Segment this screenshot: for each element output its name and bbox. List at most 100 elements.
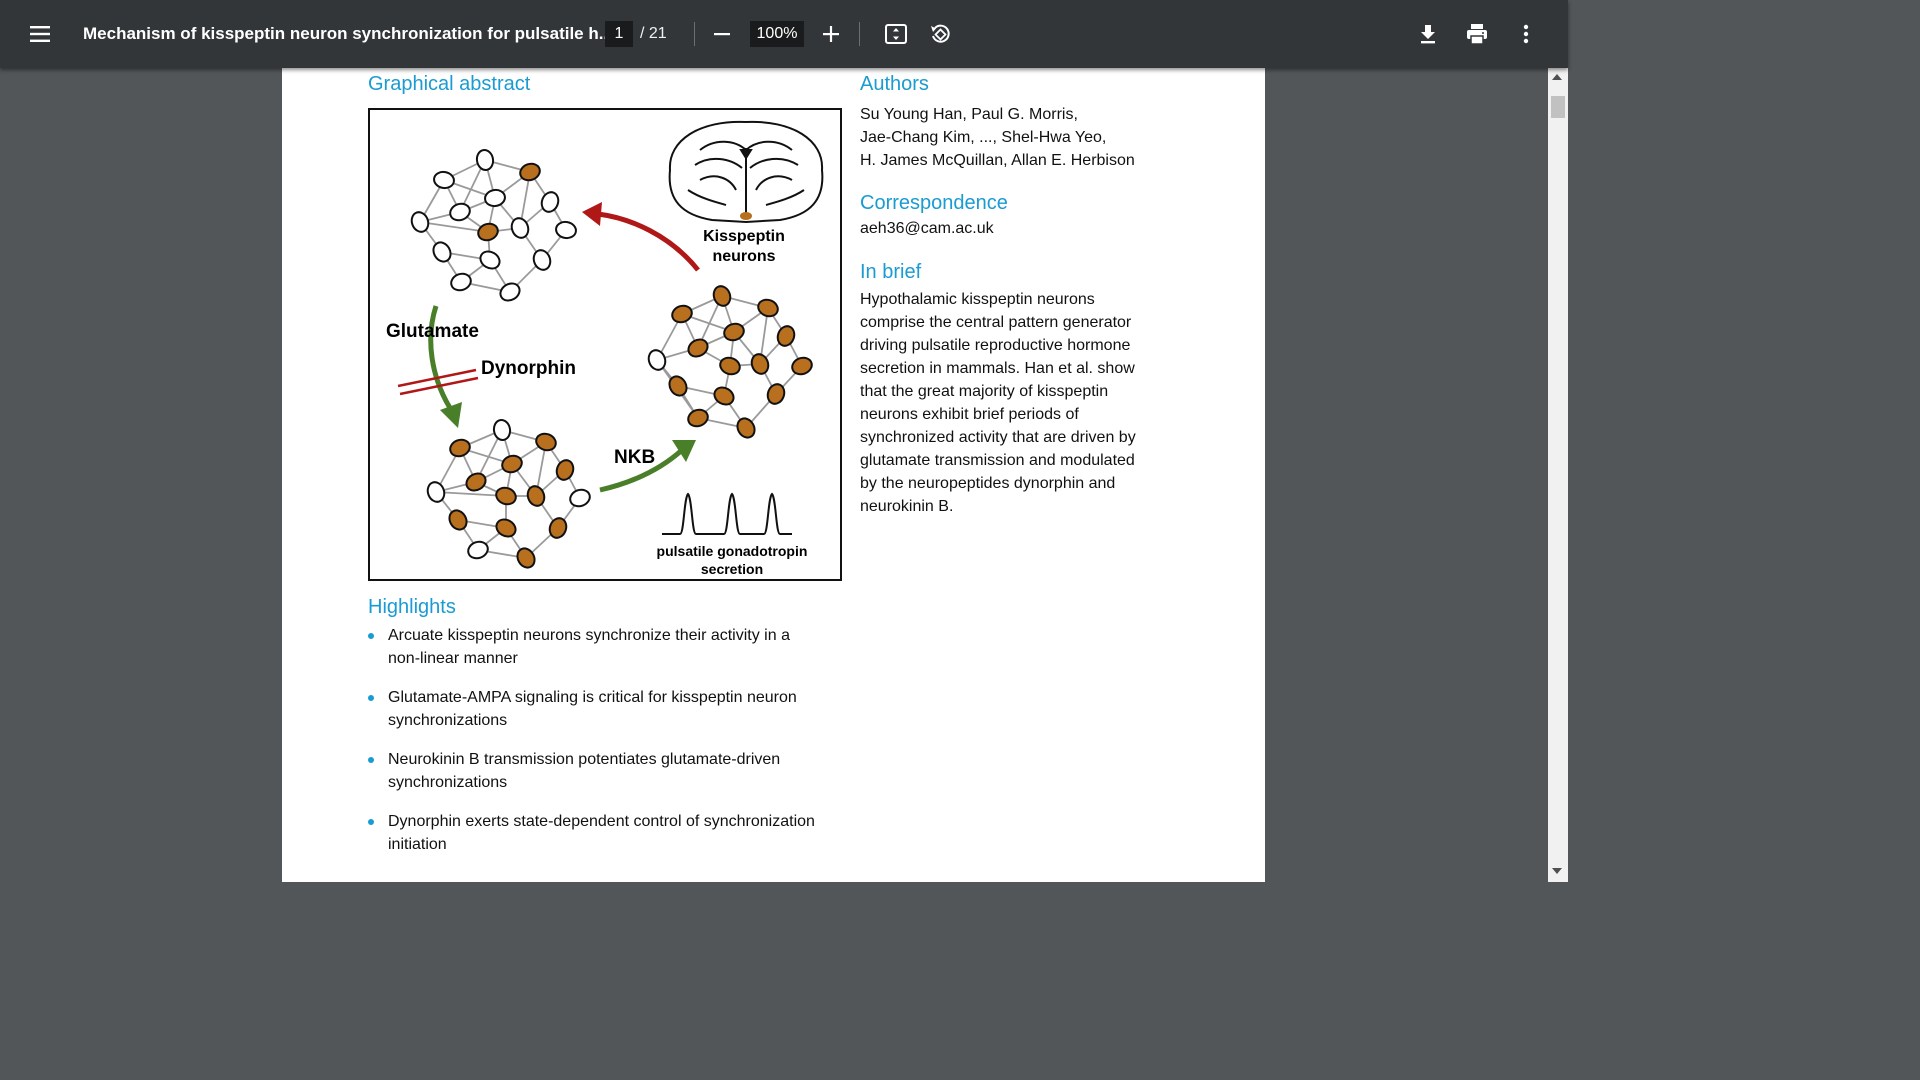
active-neuron <box>526 485 546 507</box>
arcuate-nucleus-marker <box>740 212 752 220</box>
author-line: Jae-Chang Kim, ..., Shel-Hwa Yeo, <box>860 129 1107 146</box>
pulsatile-label: pulsatile gonadotropin <box>657 543 808 559</box>
scrollbar-thumb[interactable] <box>1551 96 1565 118</box>
dynorphin-label: Dynorphin <box>481 358 576 379</box>
neuron-network-synchronized <box>647 285 813 439</box>
active-neuron <box>495 518 517 538</box>
secretion-label: secretion <box>701 561 763 577</box>
highlight-line: Neurokinin B transmission potentiates gl… <box>388 751 781 768</box>
authors-heading: Authors <box>860 73 929 95</box>
active-neuron <box>757 298 779 318</box>
highlight-item: Arcuate kisspeptin neurons synchronize t… <box>368 624 868 670</box>
pdf-page: Graphical abstract Kisspeptin neurons Gl… <box>282 68 1265 882</box>
active-neuron <box>671 304 693 324</box>
highlight-line: Arcuate kisspeptin neurons synchronize t… <box>388 627 790 644</box>
highlight-line: Glutamate-AMPA signaling is critical for… <box>388 689 797 706</box>
page-number-input[interactable]: 1 <box>605 21 633 47</box>
active-neuron <box>448 509 468 531</box>
inactive-neuron <box>432 241 452 263</box>
in-brief-line: driving pulsatile reproductive hormone <box>860 337 1131 354</box>
neurons-label: neurons <box>712 248 775 265</box>
active-neuron <box>719 356 741 376</box>
inactive-neuron <box>475 149 495 171</box>
toolbar-divider <box>694 22 695 46</box>
in-brief-line: glutamate transmission and modulated <box>860 452 1135 469</box>
scroll-down-icon[interactable] <box>1552 868 1562 874</box>
brain-section-icon <box>668 120 824 224</box>
red-arrow-head <box>582 202 602 226</box>
author-line: H. James McQuillan, Allan E. Herbison <box>860 152 1135 169</box>
highlight-line: synchronizations <box>388 774 508 791</box>
pdf-toolbar: Mechanism of kisspeptin neuron synchroni… <box>0 0 1568 68</box>
highlight-item: Dynorphin exerts state-dependent control… <box>368 810 868 856</box>
zoom-level-input[interactable]: 100% <box>750 21 804 47</box>
minus-icon[interactable] <box>702 14 742 54</box>
bullet-icon <box>368 633 374 639</box>
in-brief-line: synchronized activity that are driven by <box>860 429 1136 446</box>
kisspeptin-label: Kisspeptin <box>703 228 785 245</box>
authors-list: Su Young Han, Paul G. Morris, Jae-Chang … <box>860 103 1135 172</box>
print-icon[interactable] <box>1457 14 1497 54</box>
inactive-neuron <box>479 250 501 270</box>
inactive-neuron <box>433 170 455 190</box>
fit-page-icon[interactable] <box>876 14 916 54</box>
highlights-heading: Highlights <box>368 596 456 618</box>
highlight-line: synchronizations <box>388 712 508 729</box>
inactive-neuron <box>555 220 577 240</box>
in-brief-line: secretion in mammals. Han et al. show <box>860 360 1135 377</box>
abstract-diagram: Kisspeptin neurons Glutamate Dynorphin N… <box>386 120 824 577</box>
green-arrow-right-head <box>672 440 696 462</box>
toolbar-divider <box>859 22 860 46</box>
active-neuron <box>495 486 517 506</box>
in-brief-line: by the neuropeptides dynorphin and <box>860 475 1116 492</box>
in-brief-line: neurokinin B. <box>860 498 954 515</box>
correspondence-heading: Correspondence <box>860 192 1008 214</box>
active-neuron <box>501 454 523 474</box>
neuron-network-partial <box>426 419 591 569</box>
inactive-neuron <box>540 191 560 213</box>
active-neuron <box>477 222 499 242</box>
vertical-scrollbar[interactable] <box>1548 68 1568 882</box>
in-brief-line: that the great majority of kisspeptin <box>860 383 1109 400</box>
inactive-neuron <box>449 202 471 222</box>
inactive-neuron <box>569 488 591 508</box>
active-neuron <box>712 285 732 307</box>
highlight-line: initiation <box>388 836 447 853</box>
red-arrow <box>597 211 700 272</box>
download-icon[interactable] <box>1408 14 1448 54</box>
inactive-neuron <box>484 188 506 208</box>
more-vertical-icon[interactable] <box>1506 14 1546 54</box>
in-brief-line: comprise the central pattern generator <box>860 314 1132 331</box>
active-neuron <box>791 356 813 376</box>
highlight-item: Neurokinin B transmission potentiates gl… <box>368 748 868 794</box>
in-brief-line: Hypothalamic kisspeptin neurons <box>860 291 1095 308</box>
neuron-network-inactive <box>410 149 577 302</box>
graphical-abstract-figure: Kisspeptin neurons Glutamate Dynorphin N… <box>368 108 842 581</box>
highlight-item: Glutamate-AMPA signaling is critical for… <box>368 686 868 732</box>
active-neuron <box>687 338 709 358</box>
highlights-list: Arcuate kisspeptin neurons synchronize t… <box>368 624 868 872</box>
highlight-line: Dynorphin exerts state-dependent control… <box>388 813 815 830</box>
menu-icon[interactable] <box>21 14 61 54</box>
highlight-line: non-linear manner <box>388 650 518 667</box>
active-neuron <box>519 162 541 182</box>
glutamate-label: Glutamate <box>386 321 479 342</box>
in-brief-line: neurons exhibit brief periods of <box>860 406 1079 423</box>
inactive-neuron <box>492 419 512 441</box>
in-brief-heading: In brief <box>860 261 922 283</box>
document-title: Mechanism of kisspeptin neuron synchroni… <box>83 24 613 43</box>
nkb-label: NKB <box>614 447 655 468</box>
active-neuron <box>548 517 568 539</box>
plus-icon[interactable] <box>811 14 851 54</box>
inactive-neuron <box>410 211 430 233</box>
scroll-up-icon[interactable] <box>1552 74 1562 80</box>
bullet-icon <box>368 757 374 763</box>
active-neuron <box>723 322 745 342</box>
bullet-icon <box>368 695 374 701</box>
rotate-icon[interactable] <box>920 14 960 54</box>
active-neuron <box>535 432 557 452</box>
in-brief-text: Hypothalamic kisspeptin neurons comprise… <box>860 288 1136 518</box>
pulse-trace <box>662 492 792 535</box>
correspondence-email[interactable]: aeh36@cam.ac.uk <box>860 217 994 240</box>
author-line: Su Young Han, Paul G. Morris, <box>860 106 1078 123</box>
